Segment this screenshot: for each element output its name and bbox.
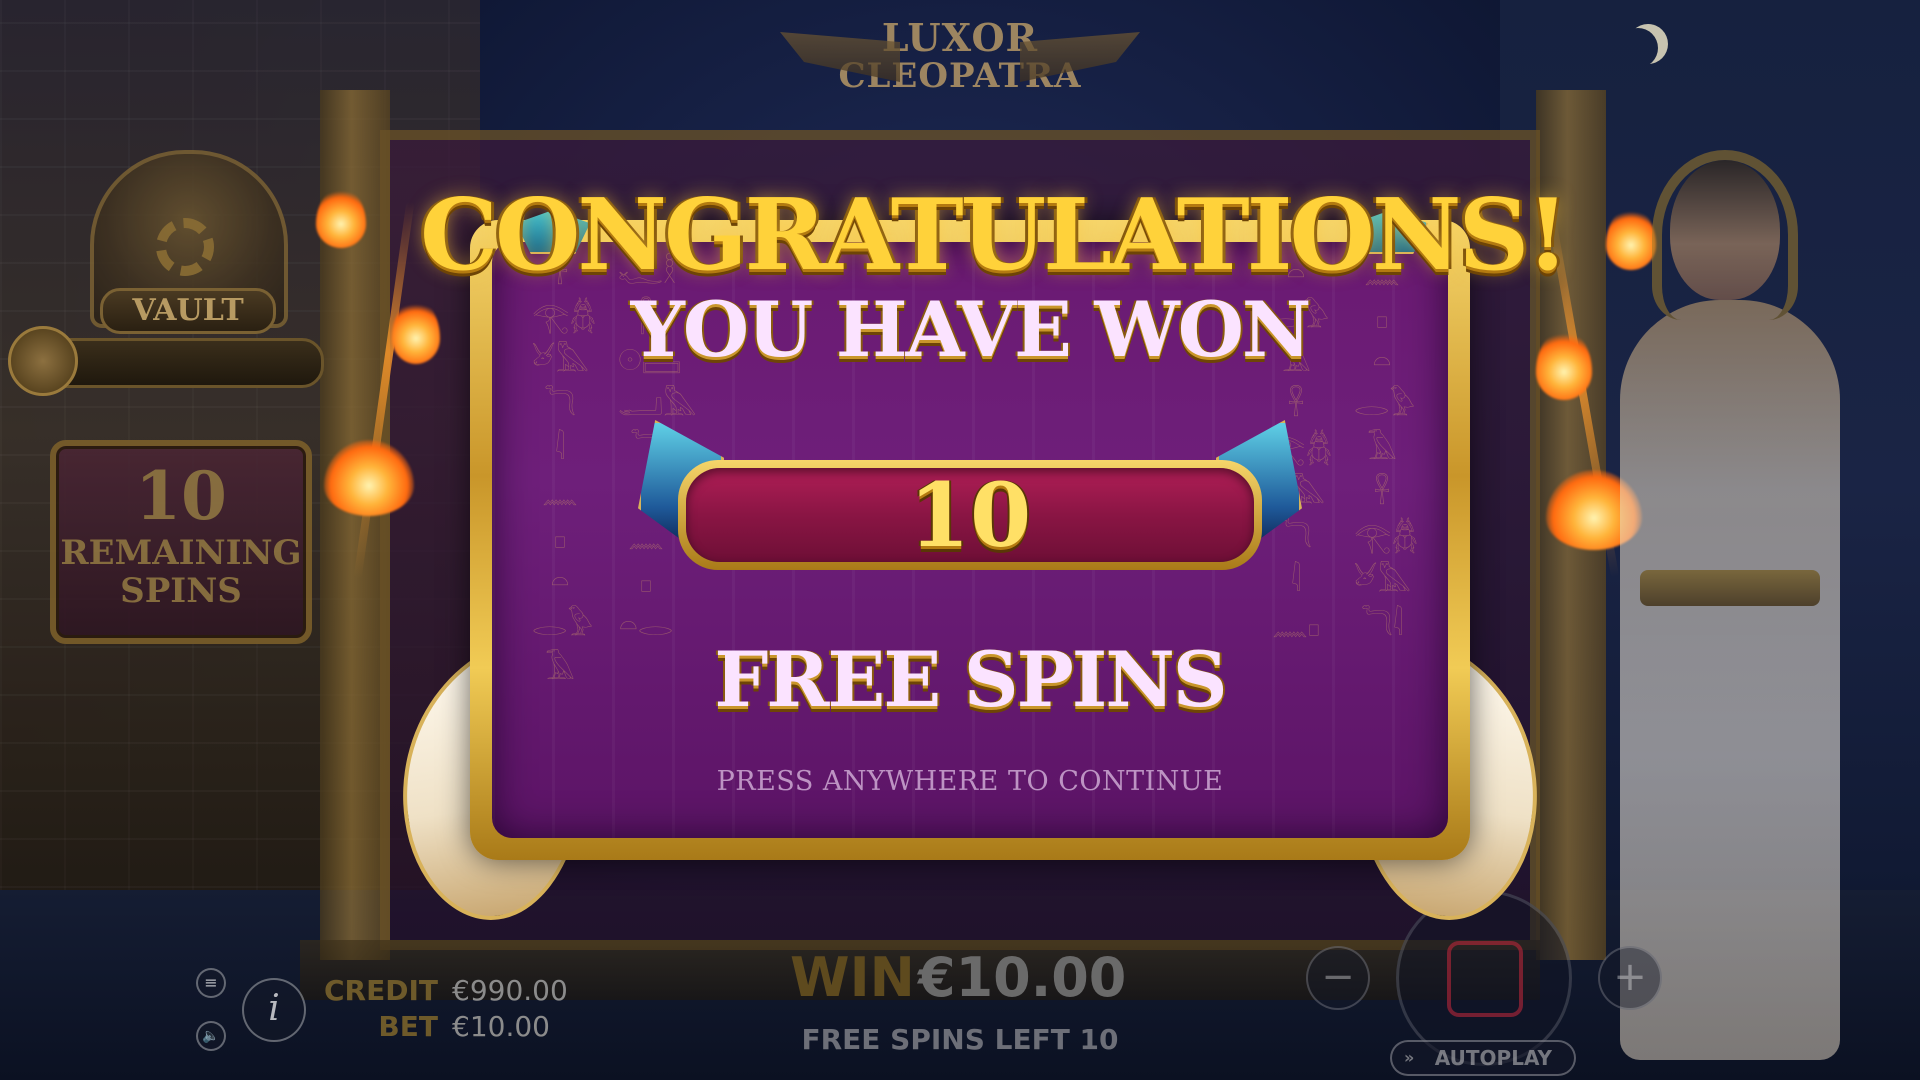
free-spins-label: FREE SPINS: [714, 635, 1227, 724]
autoplay-icon: »: [1404, 1048, 1415, 1067]
vault-feature: VAULT: [8, 150, 324, 396]
free-spins-amount: 10: [686, 468, 1254, 562]
bet-value: €10.00: [452, 1010, 550, 1043]
bet-increase-button[interactable]: +: [1598, 946, 1662, 1010]
autoplay-label: AUTOPLAY: [1434, 1046, 1552, 1070]
coin-icon: [8, 326, 78, 396]
credit-label: CREDIT: [324, 974, 438, 1007]
remaining-spins-label-line2: SPINS: [120, 571, 242, 611]
remaining-spins-label-line1: REMAINING: [60, 533, 302, 573]
remaining-spins-panel: 10 REMAINING SPINS: [50, 440, 312, 644]
cleopatra-headdress: [1652, 150, 1798, 320]
sound-icon[interactable]: 🔈: [196, 1021, 226, 1051]
vault-label: VAULT: [100, 288, 276, 334]
credit-value: €990.00: [452, 974, 568, 1007]
cleopatra-character: [1580, 150, 1880, 1070]
free-spins-left-text: FREE SPINS LEFT 10: [801, 1023, 1119, 1056]
bet-label: BET: [378, 1010, 438, 1043]
gear-icon: [156, 218, 214, 276]
remaining-spins-count: 10: [135, 457, 227, 535]
cleopatra-dress: [1620, 300, 1840, 1060]
press-anywhere-hint: PRESS ANYWHERE TO CONTINUE: [716, 766, 1224, 797]
win-value: €10.00: [918, 946, 1127, 1009]
congratulations-title: CONGRATULATIONS!: [420, 178, 1569, 293]
game-screen: LUXOR CLEOPATRA VAULT 10 REMAINING SPINS…: [0, 0, 1920, 1080]
cleopatra-belt: [1640, 570, 1820, 606]
game-logo: LUXOR CLEOPATRA: [780, 18, 1140, 108]
crescent-moon-icon: [1618, 28, 1658, 68]
autoplay-button[interactable]: » AUTOPLAY: [1390, 1040, 1576, 1076]
amount-frame: 10: [678, 460, 1262, 570]
stop-icon: [1447, 941, 1523, 1017]
win-amount-box: 10: [638, 420, 1302, 580]
you-have-won-text: YOU HAVE WON: [630, 285, 1312, 374]
free-spins-win-popup[interactable]: 𓋹𓂀𓆣𓃾𓅓𓆓𓇋𓈖𓊪𓏏𓂋𓅱𓄿 𓆑𓎛𓋴𓇳𓈙𓂝𓅓𓆓𓇋𓈖𓊪𓏏𓂋 𓏏𓂋𓅱𓄿𓋹𓂀𓆣𓃾𓅓𓆓𓇋𓈖…: [381, 170, 1569, 931]
menu-icon[interactable]: ≡: [196, 968, 226, 998]
info-icon[interactable]: i: [242, 978, 306, 1042]
win-label: WIN: [790, 946, 915, 1009]
bet-decrease-button[interactable]: −: [1306, 946, 1370, 1010]
